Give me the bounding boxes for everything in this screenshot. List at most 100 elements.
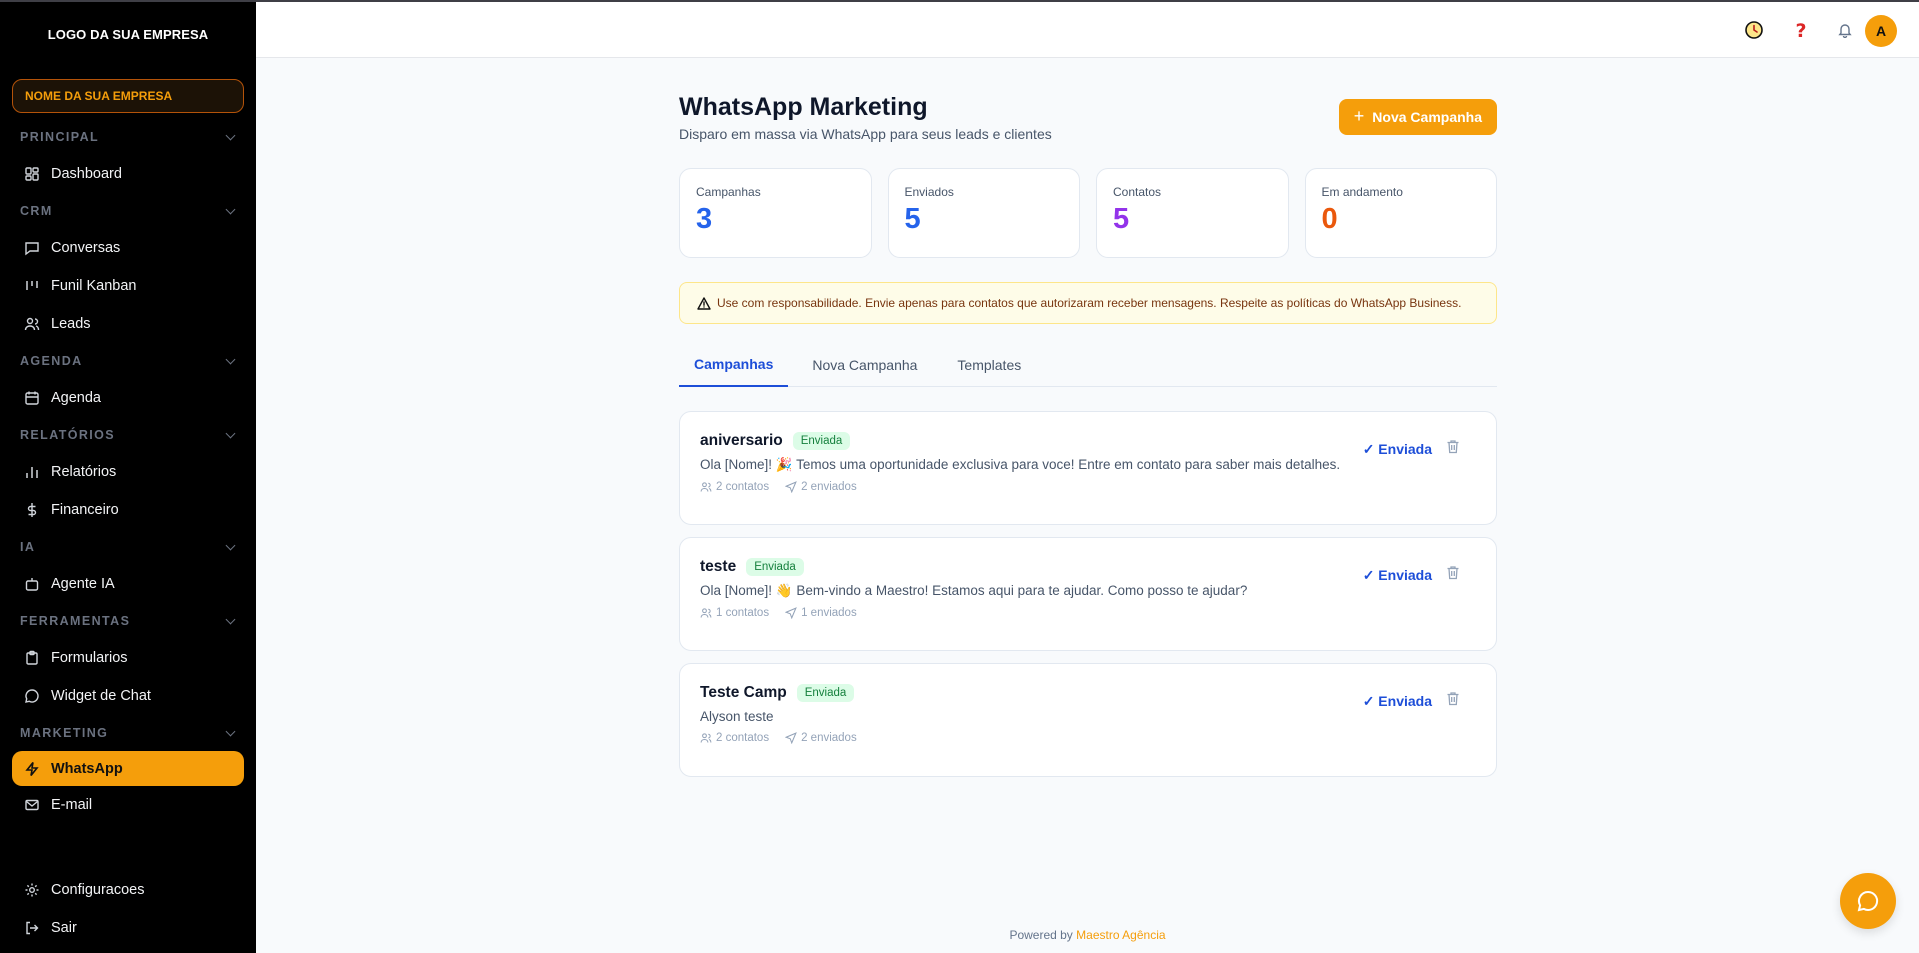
stat-value: 3 xyxy=(696,203,713,235)
tab-campanhas[interactable]: Campanhas xyxy=(679,343,789,387)
chat-icon xyxy=(1857,890,1879,912)
chat-widget-button[interactable] xyxy=(1840,873,1896,929)
contacts-count: 2 contatos xyxy=(700,481,769,493)
stat-label: Em andamento xyxy=(1321,185,1403,199)
sidebar-item-label: Funil Kanban xyxy=(51,278,137,294)
mail-icon xyxy=(24,797,40,813)
stat-value: 5 xyxy=(904,203,921,235)
stat-card-campanhas: Campanhas 3 xyxy=(679,168,872,258)
stat-label: Enviados xyxy=(904,185,954,199)
users-icon xyxy=(24,316,40,332)
section-ia[interactable]: IA xyxy=(0,529,256,565)
send-icon xyxy=(785,481,797,493)
chevron-down-icon xyxy=(225,354,236,364)
avatar[interactable]: A xyxy=(1865,15,1897,47)
warning-alert: Use com responsabilidade. Envie apenas p… xyxy=(679,282,1497,324)
stats-row: Campanhas 3 Enviados 5 Contatos 5 Em and… xyxy=(679,168,1497,258)
campaign-message: Ola [Nome]! 🎉 Temos uma oportunidade exc… xyxy=(700,457,1341,472)
campaign-card[interactable]: teste Enviada Ola [Nome]! 👋 Bem-vindo a … xyxy=(679,537,1497,651)
campaign-name: Teste Camp xyxy=(700,684,787,701)
section-label: IA xyxy=(20,540,36,554)
section-principal[interactable]: PRINCIPAL xyxy=(0,119,256,155)
section-label: AGENDA xyxy=(20,354,83,368)
lightning-icon xyxy=(24,761,40,777)
sidebar-item-label: Formularios xyxy=(51,650,128,666)
section-label: RELATÓRIOS xyxy=(20,428,116,442)
warning-icon xyxy=(697,296,711,310)
page-title: WhatsApp Marketing xyxy=(679,93,928,121)
trash-icon[interactable] xyxy=(1446,439,1460,459)
section-crm[interactable]: CRM xyxy=(0,193,256,229)
help-icon[interactable]: ? xyxy=(1790,19,1812,41)
bell-icon[interactable] xyxy=(1834,19,1856,41)
sidebar-item-funil[interactable]: Funil Kanban xyxy=(0,267,256,305)
stat-card-contatos: Contatos 5 xyxy=(1096,168,1289,258)
clock-icon[interactable] xyxy=(1743,19,1765,41)
tab-nova-campanha[interactable]: Nova Campanha xyxy=(796,343,933,387)
footer-brand-link[interactable]: Maestro Agência xyxy=(1076,928,1165,942)
new-campaign-button[interactable]: + Nova Campanha xyxy=(1338,99,1497,135)
plus-icon: + xyxy=(1353,105,1365,126)
sidebar-item-agente-ia[interactable]: Agente IA xyxy=(0,565,256,603)
section-label: FERRAMENTAS xyxy=(20,614,131,628)
sidebar-item-leads[interactable]: Leads xyxy=(0,305,256,343)
users-icon xyxy=(700,608,712,618)
campaign-card[interactable]: aniversario Enviada Ola [Nome]! 🎉 Temos … xyxy=(679,411,1497,525)
new-campaign-label: Nova Campanha xyxy=(1372,109,1482,125)
sidebar-item-conversas[interactable]: Conversas xyxy=(0,229,256,267)
grid-icon xyxy=(24,166,40,182)
sidebar-item-relatorios[interactable]: Relatórios xyxy=(0,453,256,491)
trash-icon[interactable] xyxy=(1446,565,1460,585)
sent-count: 2 enviados xyxy=(785,732,857,744)
campaign-status[interactable]: ✓ Enviada xyxy=(1363,441,1432,458)
section-agenda[interactable]: AGENDA xyxy=(0,343,256,379)
campaign-status[interactable]: ✓ Enviada xyxy=(1363,693,1432,710)
chevron-down-icon xyxy=(225,614,236,624)
campaign-name: teste xyxy=(700,558,737,575)
sidebar-item-formularios[interactable]: Formularios xyxy=(0,639,256,677)
dollar-icon xyxy=(24,502,40,518)
bot-icon xyxy=(24,576,40,592)
section-label: PRINCIPAL xyxy=(20,130,100,144)
top-bar: ? A xyxy=(256,0,1919,58)
users-icon xyxy=(700,733,712,743)
message-circle-icon xyxy=(24,688,40,704)
gear-icon xyxy=(24,882,40,898)
company-selector[interactable]: NOME DA SUA EMPRESA xyxy=(12,79,244,113)
stat-label: Contatos xyxy=(1113,185,1162,199)
sidebar-item-financeiro[interactable]: Financeiro xyxy=(0,491,256,529)
sidebar-item-config[interactable]: Configuracoes xyxy=(0,871,256,909)
sent-label: 2 enviados xyxy=(801,732,857,744)
campaign-message: Ola [Nome]! 👋 Bem-vindo a Maestro! Estam… xyxy=(700,583,1248,598)
sidebar-item-label: WhatsApp xyxy=(51,760,123,777)
footer-prefix: Powered by xyxy=(1009,928,1073,942)
chat-bubble-icon xyxy=(24,240,40,256)
sidebar-item-label: Conversas xyxy=(51,240,121,256)
sidebar-item-label: Sair xyxy=(51,920,77,936)
sidebar-item-widget[interactable]: Widget de Chat xyxy=(0,677,256,715)
svg-text:?: ? xyxy=(1795,20,1806,40)
campaign-card[interactable]: Teste Camp Enviada Alyson teste 2 contat… xyxy=(679,663,1497,777)
status-badge: Enviada xyxy=(792,432,851,450)
sidebar-item-label: Configuracoes xyxy=(51,882,145,898)
contacts-count: 1 contatos xyxy=(700,607,769,619)
sidebar-bottom: Configuracoes Sair xyxy=(0,871,256,953)
section-relatorios[interactable]: RELATÓRIOS xyxy=(0,417,256,453)
contacts-label: 1 contatos xyxy=(716,607,770,619)
campaign-status[interactable]: ✓ Enviada xyxy=(1363,567,1432,584)
section-marketing[interactable]: MARKETING xyxy=(0,715,256,751)
stat-label: Campanhas xyxy=(696,185,761,199)
trash-icon[interactable] xyxy=(1446,691,1460,711)
campaign-message: Alyson teste xyxy=(700,709,774,724)
campaign-list: aniversario Enviada Ola [Nome]! 🎉 Temos … xyxy=(679,411,1497,789)
sidebar-item-sair[interactable]: Sair xyxy=(0,909,256,947)
sent-count: 1 enviados xyxy=(785,607,857,619)
sidebar-item-whatsapp[interactable]: WhatsApp xyxy=(12,751,244,786)
sidebar-item-dashboard[interactable]: Dashboard xyxy=(0,155,256,193)
sidebar-item-agenda[interactable]: Agenda xyxy=(0,379,256,417)
page-subtitle: Disparo em massa via WhatsApp para seus … xyxy=(679,126,1052,142)
sidebar-item-email[interactable]: E-mail xyxy=(0,786,256,824)
section-ferramentas[interactable]: FERRAMENTAS xyxy=(0,603,256,639)
tab-templates[interactable]: Templates xyxy=(941,343,1037,387)
clipboard-icon xyxy=(24,650,40,666)
